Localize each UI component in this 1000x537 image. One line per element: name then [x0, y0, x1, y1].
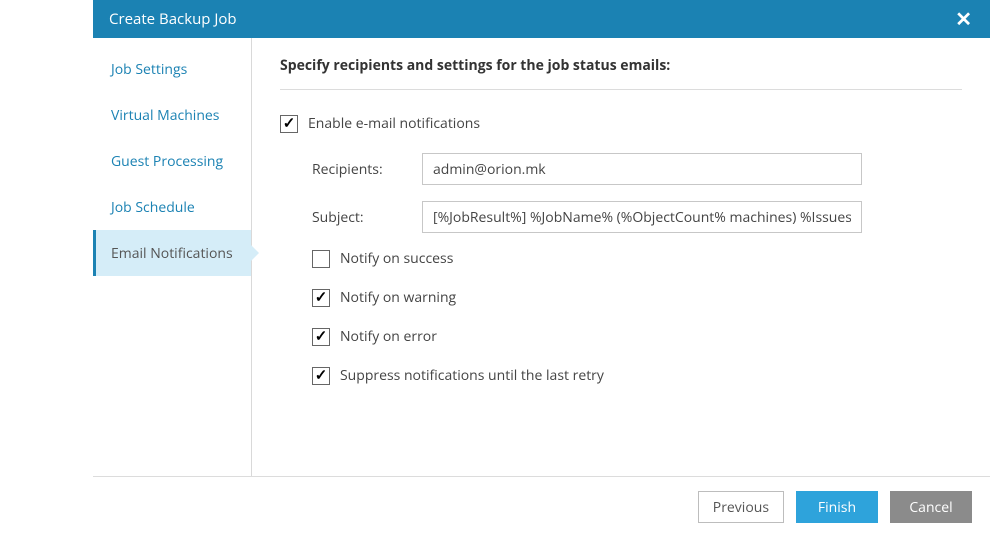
notify-error-row: Notify on error: [280, 327, 962, 346]
cancel-button[interactable]: Cancel: [890, 491, 972, 523]
notify-warning-checkbox[interactable]: [312, 289, 330, 307]
create-backup-job-dialog: Create Backup Job ✕ Job Settings Virtual…: [93, 0, 990, 537]
previous-button[interactable]: Previous: [698, 491, 784, 523]
dialog-footer: Previous Finish Cancel: [93, 476, 990, 537]
notify-success-checkbox[interactable]: [312, 250, 330, 268]
suppress-label: Suppress notifications until the last re…: [340, 366, 604, 385]
sidebar-item-virtual-machines[interactable]: Virtual Machines: [93, 92, 251, 138]
notify-warning-row: Notify on warning: [280, 288, 962, 307]
recipients-row: Recipients:: [312, 153, 962, 185]
suppress-row: Suppress notifications until the last re…: [280, 366, 962, 385]
sidebar-item-label: Guest Processing: [111, 152, 223, 171]
subject-label: Subject:: [312, 208, 422, 227]
enable-email-row: Enable e-mail notifications: [280, 114, 962, 133]
suppress-checkbox[interactable]: [312, 367, 330, 385]
dialog-title: Create Backup Job: [109, 9, 951, 29]
sidebar-item-label: Job Settings: [111, 60, 187, 79]
notify-error-label: Notify on error: [340, 327, 437, 346]
notify-success-label: Notify on success: [340, 249, 453, 268]
subject-input[interactable]: [422, 201, 862, 233]
main-panel: Specify recipients and settings for the …: [252, 38, 990, 476]
notify-success-row: Notify on success: [280, 249, 962, 268]
recipients-input[interactable]: [422, 153, 862, 185]
sidebar-item-job-schedule[interactable]: Job Schedule: [93, 184, 251, 230]
close-icon[interactable]: ✕: [951, 9, 976, 29]
finish-button[interactable]: Finish: [796, 491, 878, 523]
subject-row: Subject:: [312, 201, 962, 233]
notify-warning-label: Notify on warning: [340, 288, 456, 307]
wizard-sidebar: Job Settings Virtual Machines Guest Proc…: [93, 38, 252, 476]
titlebar: Create Backup Job ✕: [93, 0, 990, 38]
enable-email-checkbox[interactable]: [280, 115, 298, 133]
sidebar-item-email-notifications[interactable]: Email Notifications: [93, 230, 251, 276]
sidebar-item-label: Virtual Machines: [111, 106, 219, 125]
notify-error-checkbox[interactable]: [312, 328, 330, 346]
recipients-label: Recipients:: [312, 160, 422, 179]
sidebar-item-job-settings[interactable]: Job Settings: [93, 46, 251, 92]
email-settings-block: Recipients: Subject:: [280, 153, 962, 233]
divider: [280, 89, 962, 90]
sidebar-item-label: Job Schedule: [111, 198, 195, 217]
enable-email-label: Enable e-mail notifications: [308, 114, 480, 133]
dialog-body: Job Settings Virtual Machines Guest Proc…: [93, 38, 990, 476]
panel-heading: Specify recipients and settings for the …: [280, 56, 962, 75]
sidebar-item-guest-processing[interactable]: Guest Processing: [93, 138, 251, 184]
sidebar-item-label: Email Notifications: [111, 244, 233, 263]
